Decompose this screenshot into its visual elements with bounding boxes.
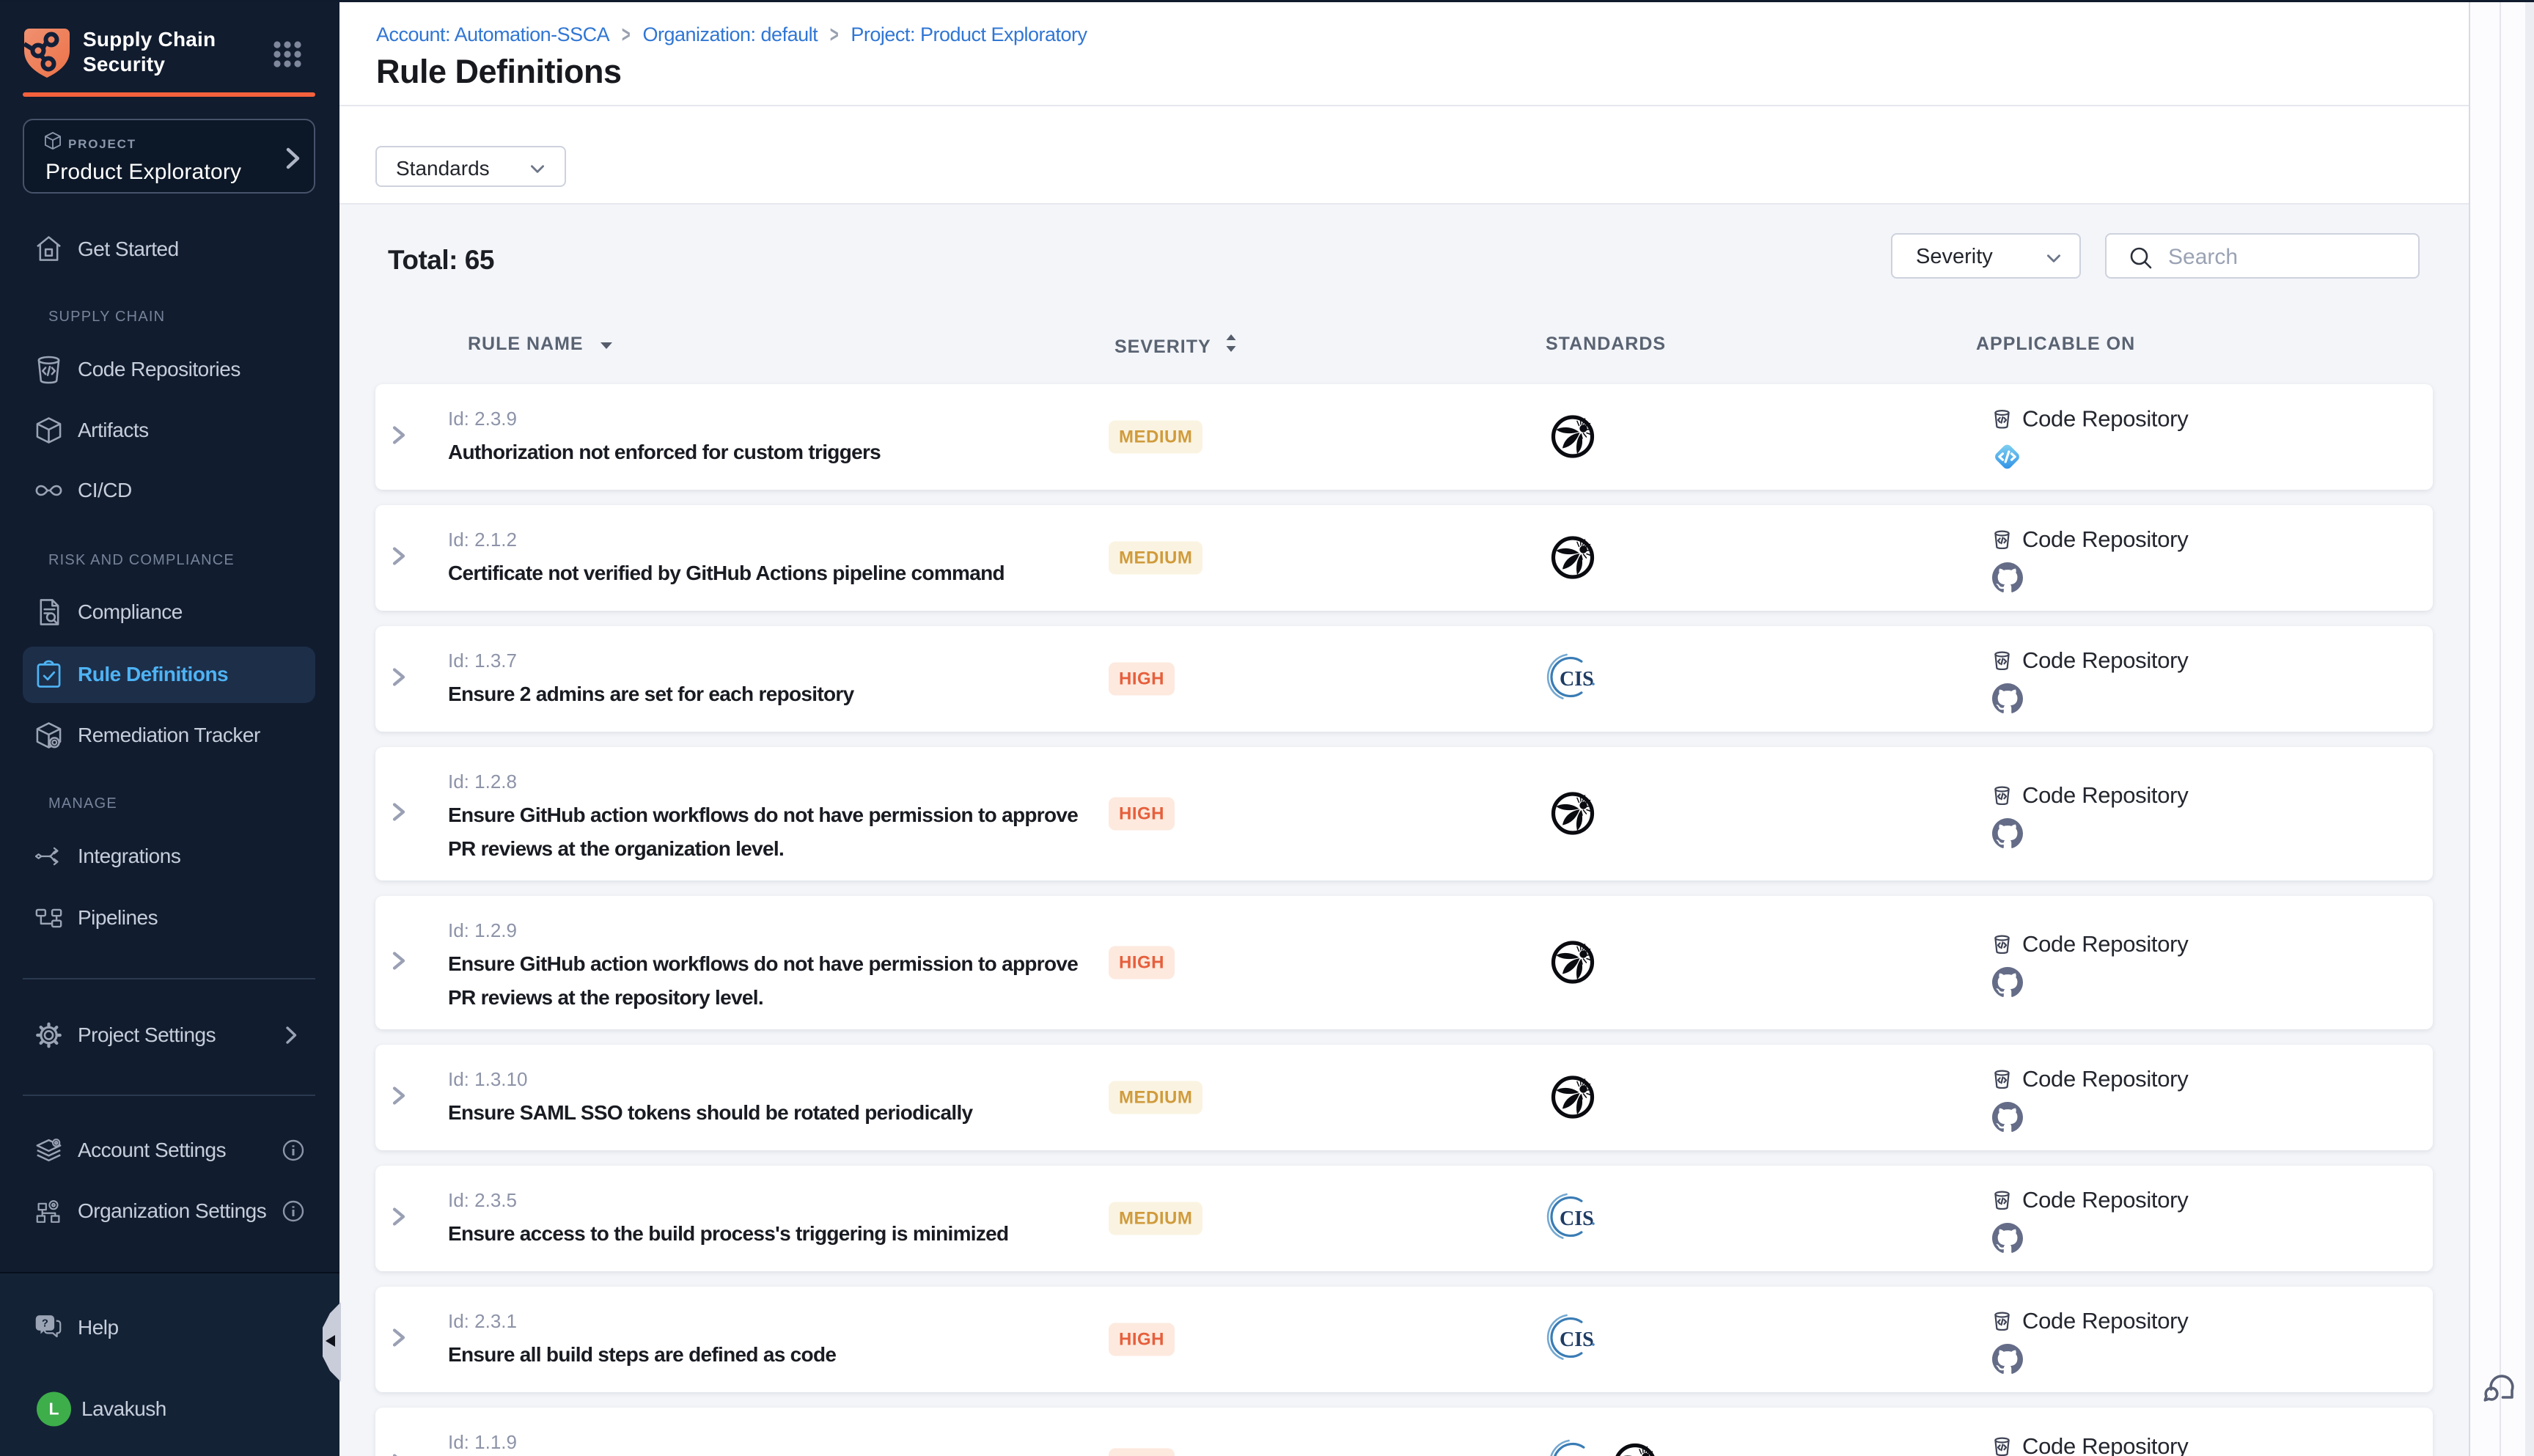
svg-text:?: ? <box>42 1318 48 1330</box>
svg-text:CIS: CIS <box>1560 1328 1594 1351</box>
svg-text:CIS: CIS <box>1560 1207 1594 1230</box>
svg-text:CIS: CIS <box>1560 668 1594 691</box>
